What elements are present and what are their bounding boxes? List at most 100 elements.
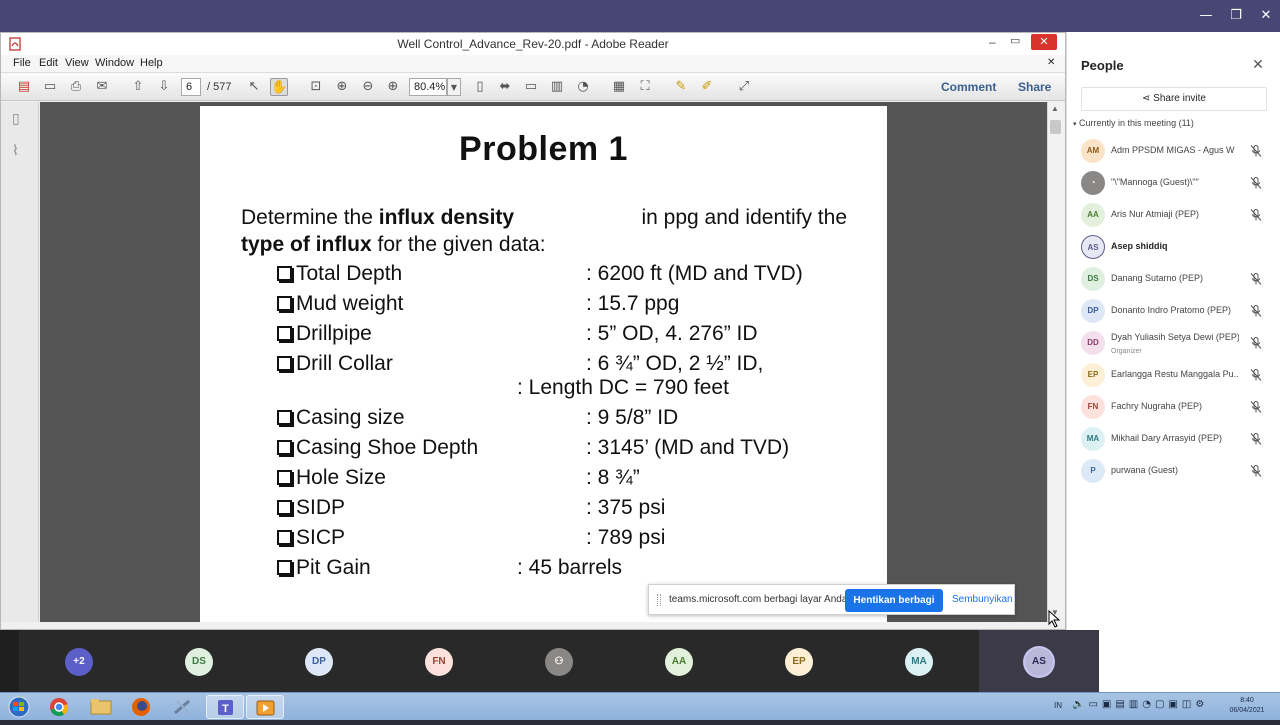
fit-width-icon[interactable]: ⬌ xyxy=(496,78,514,96)
expand-icon[interactable]: ⤢ xyxy=(735,78,753,96)
data-row: SICP xyxy=(277,524,345,552)
participant-tile[interactable]: DS xyxy=(139,630,259,692)
close-panel-icon[interactable]: ✕ xyxy=(1250,56,1266,72)
participant-tile[interactable]: DP xyxy=(259,630,379,692)
chrome-icon xyxy=(50,698,69,717)
read-mode-icon[interactable]: ▦ xyxy=(610,78,628,96)
hand-tool-icon[interactable]: ✋ xyxy=(270,78,288,96)
taskbar-explorer[interactable] xyxy=(82,695,120,719)
participant-tile[interactable]: AA xyxy=(619,630,739,692)
participant-item[interactable]: AM Adm PPSDM MIGAS - Agus W xyxy=(1081,136,1271,168)
reader-close-button[interactable]: ✕ xyxy=(1031,34,1057,50)
reader-minimize-button[interactable]: – xyxy=(989,35,996,49)
clock-date: 06/04/2021 xyxy=(1229,707,1265,714)
pages-panel-icon[interactable]: ▯ xyxy=(12,110,20,127)
row-value: : 9 5/8” ID xyxy=(586,406,679,429)
stop-sharing-button[interactable]: Hentikan berbagi xyxy=(845,589,943,612)
fit-page-icon[interactable]: ▭ xyxy=(522,78,540,96)
email-icon[interactable]: ✉ xyxy=(93,78,111,96)
comment-button[interactable]: Comment xyxy=(941,80,996,94)
zoom-out-icon[interactable]: ⊖ xyxy=(359,78,377,96)
participant-item[interactable]: AA Aris Nur Atmiaji (PEP) xyxy=(1081,200,1271,232)
zoom-dropdown-icon[interactable]: ▼ xyxy=(447,78,461,96)
teams-icon: T xyxy=(218,700,233,715)
participant-item[interactable]: Ppurwana (Guest) xyxy=(1081,456,1271,488)
vertical-scrollbar[interactable]: ▲ ▼ xyxy=(1047,102,1063,622)
checkbox-icon xyxy=(277,296,292,311)
next-page-icon[interactable]: ⇩ xyxy=(155,78,173,96)
participant-item[interactable]: EP Earlangga Restu Manggala Pu... xyxy=(1081,360,1271,392)
document-view[interactable]: Problem 1 Determine the influx density i… xyxy=(40,102,1047,622)
two-page-icon[interactable]: ▥ xyxy=(548,78,566,96)
taskbar-app[interactable] xyxy=(164,695,202,719)
close-document-icon[interactable]: ✕ xyxy=(1047,57,1055,68)
scroll-thumb[interactable] xyxy=(1050,120,1061,134)
maximize-button[interactable]: ❐ xyxy=(1224,6,1248,26)
participant-tile[interactable]: EP xyxy=(739,630,859,692)
sticky-note-icon[interactable]: ✎ xyxy=(672,78,690,96)
menu-view[interactable]: View xyxy=(65,57,89,69)
share-invite-label: Share invite xyxy=(1153,93,1206,104)
page-number-input[interactable]: 6 xyxy=(181,78,201,96)
zoom-tools-icon[interactable]: ⊕ xyxy=(333,78,351,96)
participant-item[interactable]: AS Asep shiddiq xyxy=(1081,232,1271,264)
print-icon[interactable]: ⎙ xyxy=(67,78,85,96)
tools-icon xyxy=(174,699,190,715)
scroll-up-icon[interactable]: ▲ xyxy=(1051,104,1059,113)
taskbar-clock[interactable]: 8:40 06/04/2021 xyxy=(1218,696,1276,716)
participant-tile[interactable]: FN xyxy=(379,630,499,692)
participant-tile[interactable]: MA xyxy=(859,630,979,692)
close-button[interactable]: ✕ xyxy=(1254,6,1278,26)
participant-tile[interactable]: ⚇ xyxy=(499,630,619,692)
marquee-zoom-icon[interactable]: ⊡ xyxy=(307,78,325,96)
participant-name: Earlangga Restu Manggala Pu... xyxy=(1111,369,1239,379)
taskbar-teams[interactable]: T xyxy=(206,695,244,719)
participant-name: Danang Sutarno (PEP) xyxy=(1111,273,1204,283)
full-screen-icon[interactable]: ⛶ xyxy=(636,78,654,96)
participant-tile[interactable]: AS xyxy=(979,630,1099,692)
meeting-section-header[interactable]: ▾ Currently in this meeting (11) xyxy=(1073,118,1194,128)
reader-window-title: Well Control_Advance_Rev-20.pdf - Adobe … xyxy=(397,37,669,51)
system-tray-icons[interactable]: 🔈▭▣▤▥◔▢▣◫⚙ xyxy=(1072,699,1208,710)
share-button[interactable]: Share xyxy=(1018,80,1051,94)
save-icon[interactable]: ▭ xyxy=(41,78,59,96)
create-pdf-icon[interactable]: ▤ xyxy=(15,78,33,96)
participant-item[interactable]: ◔ "\"Mannoga (Guest)\"" xyxy=(1081,168,1271,200)
taskbar-acrobat[interactable] xyxy=(246,695,284,719)
drag-handle-icon[interactable] xyxy=(657,594,661,606)
participant-item[interactable]: FN Fachry Nugraha (PEP) xyxy=(1081,392,1271,424)
menu-help[interactable]: Help xyxy=(140,57,163,69)
single-page-icon[interactable]: ▯ xyxy=(471,78,489,96)
zoom-in-icon[interactable]: ⊕ xyxy=(384,78,402,96)
select-tool-icon[interactable]: ↖ xyxy=(245,78,263,96)
hide-button[interactable]: Sembunyikan xyxy=(952,594,1013,605)
minimize-button[interactable]: — xyxy=(1194,6,1218,26)
taskbar-firefox[interactable] xyxy=(122,695,160,719)
highlight-icon[interactable]: ✐ xyxy=(698,78,716,96)
menu-window[interactable]: Window xyxy=(95,57,134,69)
participant-item[interactable]: DP Donanto Indro Pratomo (PEP) xyxy=(1081,296,1271,328)
participant-item[interactable]: DS Danang Sutarno (PEP) xyxy=(1081,264,1271,296)
windows-logo-icon xyxy=(8,696,30,718)
mouse-cursor-icon xyxy=(1048,610,1061,628)
attachments-icon[interactable]: ⌇ xyxy=(12,142,19,159)
share-invite-button[interactable]: ⋖ Share invite xyxy=(1081,87,1267,111)
previous-page-icon[interactable]: ⇧ xyxy=(129,78,147,96)
avatar: DS xyxy=(1081,267,1105,291)
language-indicator[interactable]: IN xyxy=(1054,701,1062,710)
start-button[interactable] xyxy=(2,695,36,719)
rotate-icon[interactable]: ◔ xyxy=(574,78,592,96)
taskbar-chrome[interactable] xyxy=(40,695,78,719)
menu-edit[interactable]: Edit xyxy=(39,57,58,69)
reader-maximize-button[interactable]: ▭ xyxy=(1010,34,1020,47)
participant-tile[interactable]: +2 xyxy=(19,630,139,692)
checkbox-icon xyxy=(277,356,292,371)
zoom-level-input[interactable]: 80.4% xyxy=(409,78,447,96)
screen-share-notification: teams.microsoft.com berbagi layar Anda. … xyxy=(648,584,1015,615)
clock-time: 8:40 xyxy=(1240,697,1254,704)
participant-item[interactable]: DD Dyah Yuliasih Setya Dewi (PEP) Organize… xyxy=(1081,328,1271,360)
participant-item[interactable]: MA Mikhail Dary Arrasyid (PEP) xyxy=(1081,424,1271,456)
svg-text:T: T xyxy=(222,703,229,715)
menu-file[interactable]: File xyxy=(13,57,31,69)
row-label: Casing Shoe Depth xyxy=(296,436,479,459)
